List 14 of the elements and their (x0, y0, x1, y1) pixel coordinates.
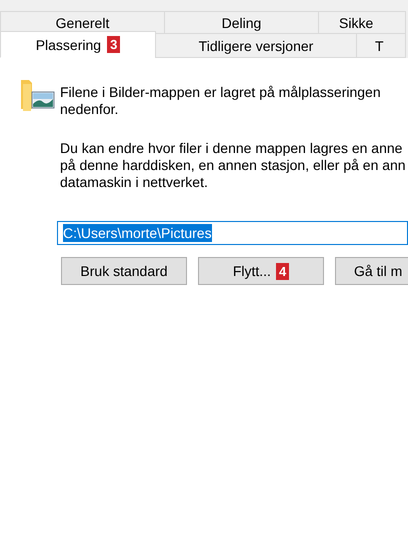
button[interactable]: Gå til m (335, 257, 408, 285)
tab[interactable]: Generelt (0, 11, 165, 33)
tab[interactable]: T (356, 33, 406, 58)
tab[interactable]: Plassering 3 (0, 31, 156, 58)
description-text: Du kan endre hvor filer i denne mappen lagres en anne på denne harddisken, en annen stasjon, eller på en ann datamaskin i nettverket. (60, 140, 407, 191)
location-field[interactable]: C:\Users\morte\Pictures (57, 221, 408, 245)
button[interactable]: Bruk standard (61, 257, 187, 285)
tab[interactable]: Sikke (318, 11, 406, 33)
tab[interactable]: Deling (164, 11, 319, 33)
number-badge: 3 (107, 36, 120, 53)
tab[interactable]: Tidligere versjoner (155, 33, 357, 58)
intro-text: Filene i Bilder-mappen er lagret på målplasseringen nedenfor. (60, 84, 381, 118)
button[interactable]: Flytt... 4 (198, 257, 324, 285)
number-badge: 4 (276, 262, 290, 280)
